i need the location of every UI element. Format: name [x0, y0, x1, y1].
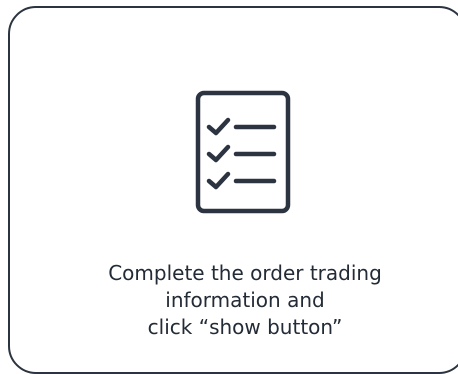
- instruction-line-3: click “show button”: [147, 315, 343, 339]
- empty-state-card: Complete the order trading information a…: [8, 6, 458, 374]
- instruction-line-2: information and: [165, 288, 325, 312]
- instruction-message: Complete the order trading information a…: [50, 260, 440, 341]
- checklist-icon: [191, 89, 295, 217]
- instruction-line-1: Complete the order trading: [108, 261, 382, 285]
